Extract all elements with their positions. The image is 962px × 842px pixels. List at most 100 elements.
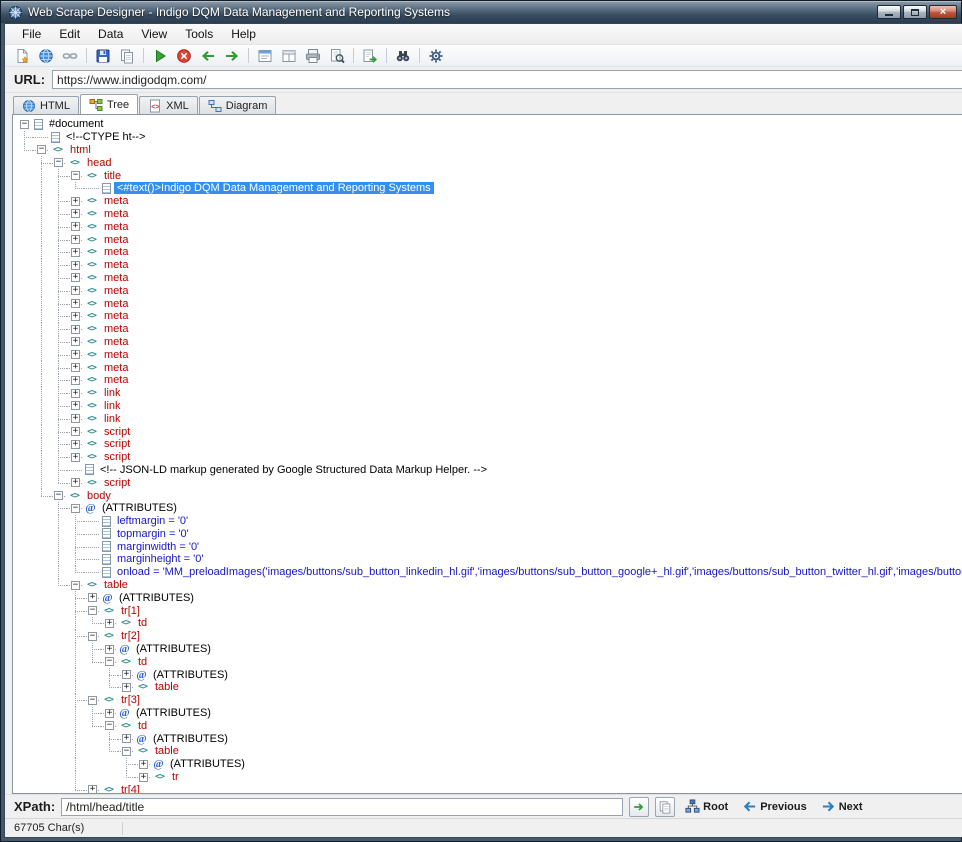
- tree-node-label[interactable]: tr[4]: [118, 784, 143, 793]
- tree-node-label[interactable]: meta: [101, 298, 131, 310]
- tree-node[interactable]: +<>meta: [16, 348, 962, 361]
- expand-toggle[interactable]: +: [71, 363, 80, 372]
- tree-node-label[interactable]: tr[2]: [118, 630, 143, 642]
- menu-data[interactable]: Data: [89, 24, 132, 44]
- tree-node-label[interactable]: td: [135, 617, 150, 629]
- print-preview-button[interactable]: [326, 46, 348, 66]
- expand-toggle[interactable]: +: [71, 235, 80, 244]
- tree-node-label[interactable]: head: [84, 157, 114, 169]
- disconnect-button[interactable]: [59, 46, 81, 66]
- expand-toggle[interactable]: +: [71, 427, 80, 436]
- tree-node-label[interactable]: (ATTRIBUTES): [116, 592, 197, 604]
- tree-node-label[interactable]: meta: [101, 310, 131, 322]
- tree-node[interactable]: −<>td: [16, 655, 962, 668]
- maximize-button[interactable]: [903, 5, 927, 19]
- open-url-button[interactable]: [35, 46, 57, 66]
- tree-node[interactable]: +<>meta: [16, 208, 962, 221]
- tree-node[interactable]: +<>script: [16, 438, 962, 451]
- collapse-toggle[interactable]: −: [54, 491, 63, 500]
- tree-node[interactable]: +<>tr[4]: [16, 783, 962, 793]
- stop-button[interactable]: [173, 46, 195, 66]
- tree-node-label[interactable]: meta: [101, 259, 131, 271]
- tree-node-label[interactable]: title: [101, 170, 124, 182]
- tree-node[interactable]: marginheight = '0': [16, 553, 962, 566]
- print-button[interactable]: [302, 46, 324, 66]
- expand-toggle[interactable]: +: [139, 773, 148, 782]
- tree-node[interactable]: +<>script: [16, 425, 962, 438]
- tree-node[interactable]: +<>meta: [16, 284, 962, 297]
- copy-button[interactable]: [116, 46, 138, 66]
- tree-node-label[interactable]: #document: [46, 118, 106, 130]
- tree-node[interactable]: +<>script: [16, 451, 962, 464]
- collapse-toggle[interactable]: −: [71, 504, 80, 513]
- tree-node[interactable]: +<>meta: [16, 297, 962, 310]
- expand-toggle[interactable]: +: [139, 760, 148, 769]
- save-button[interactable]: [92, 46, 114, 66]
- tree-node[interactable]: +@(ATTRIBUTES): [16, 668, 962, 681]
- menu-help[interactable]: Help: [222, 24, 265, 44]
- menu-tools[interactable]: Tools: [176, 24, 222, 44]
- new-document-button[interactable]: [11, 46, 33, 66]
- process-button[interactable]: [425, 46, 447, 66]
- tree-node-label[interactable]: marginwidth = '0': [114, 541, 202, 553]
- tree-node[interactable]: −<>tr[2]: [16, 630, 962, 643]
- tree-node[interactable]: −<>table: [16, 579, 962, 592]
- tree-node-label[interactable]: meta: [101, 195, 131, 207]
- tree-node-label[interactable]: onload = 'MM_preloadImages('images/butto…: [114, 566, 962, 578]
- expand-toggle[interactable]: +: [105, 645, 114, 654]
- previous-button[interactable]: Previous: [738, 799, 810, 814]
- form-view-button[interactable]: [254, 46, 276, 66]
- tree-node[interactable]: +<>meta: [16, 220, 962, 233]
- tree-node[interactable]: −<>td: [16, 719, 962, 732]
- expand-toggle[interactable]: +: [71, 389, 80, 398]
- tree-node-label[interactable]: meta: [101, 374, 131, 386]
- expand-toggle[interactable]: +: [71, 325, 80, 334]
- tree-node-label[interactable]: link: [101, 413, 124, 425]
- tree-node[interactable]: topmargin = '0': [16, 528, 962, 541]
- run-button[interactable]: [149, 46, 171, 66]
- expand-toggle[interactable]: +: [71, 209, 80, 218]
- tree-node-label[interactable]: (ATTRIBUTES): [150, 669, 231, 681]
- find-button[interactable]: [392, 46, 414, 66]
- tree-node-label[interactable]: td: [135, 720, 150, 732]
- tree-node-label[interactable]: td: [135, 656, 150, 668]
- tree-node-label[interactable]: marginheight = '0': [114, 553, 206, 565]
- tree-node-label[interactable]: html: [67, 144, 94, 156]
- tree-node[interactable]: +<>meta: [16, 272, 962, 285]
- menu-file[interactable]: File: [13, 24, 50, 44]
- tree-node[interactable]: +<>link: [16, 412, 962, 425]
- tree-node-label[interactable]: (ATTRIBUTES): [167, 758, 248, 770]
- tab-html[interactable]: HTML: [13, 96, 79, 114]
- tree-node[interactable]: −<>tr[3]: [16, 694, 962, 707]
- tree-node[interactable]: +<>meta: [16, 336, 962, 349]
- collapse-toggle[interactable]: −: [105, 657, 114, 666]
- xpath-input[interactable]: [61, 798, 623, 816]
- expand-toggle[interactable]: +: [105, 709, 114, 718]
- tree-node[interactable]: +<>meta: [16, 259, 962, 272]
- collapse-toggle[interactable]: −: [122, 747, 131, 756]
- tree-node-label[interactable]: meta: [101, 272, 131, 284]
- collapse-toggle[interactable]: −: [88, 632, 97, 641]
- expand-toggle[interactable]: +: [71, 453, 80, 462]
- tree-node[interactable]: +<>meta: [16, 195, 962, 208]
- tree-node[interactable]: −<>head: [16, 156, 962, 169]
- root-button[interactable]: Root: [681, 799, 732, 814]
- tree-node[interactable]: +<>meta: [16, 310, 962, 323]
- tree-node[interactable]: <!--CTYPE ht-->: [16, 131, 962, 144]
- expand-toggle[interactable]: +: [105, 619, 114, 628]
- expand-toggle[interactable]: +: [71, 337, 80, 346]
- tree-node-label[interactable]: meta: [101, 221, 131, 233]
- tree-node-label[interactable]: topmargin = '0': [114, 528, 192, 540]
- tree-node-label[interactable]: <!--CTYPE ht-->: [63, 131, 148, 143]
- tree-node-label[interactable]: link: [101, 387, 124, 399]
- tree-node[interactable]: −<>title: [16, 169, 962, 182]
- expand-toggle[interactable]: +: [71, 401, 80, 410]
- tree-node-label[interactable]: meta: [101, 323, 131, 335]
- tree-node[interactable]: <!-- JSON-LD markup generated by Google …: [16, 464, 962, 477]
- tree-node[interactable]: +<>meta: [16, 374, 962, 387]
- tree-node[interactable]: +<>script: [16, 476, 962, 489]
- tree-node[interactable]: −@(ATTRIBUTES): [16, 502, 962, 515]
- tree-node-label[interactable]: table: [101, 579, 131, 591]
- tree-node-label[interactable]: meta: [101, 285, 131, 297]
- tree-node[interactable]: +<>meta: [16, 361, 962, 374]
